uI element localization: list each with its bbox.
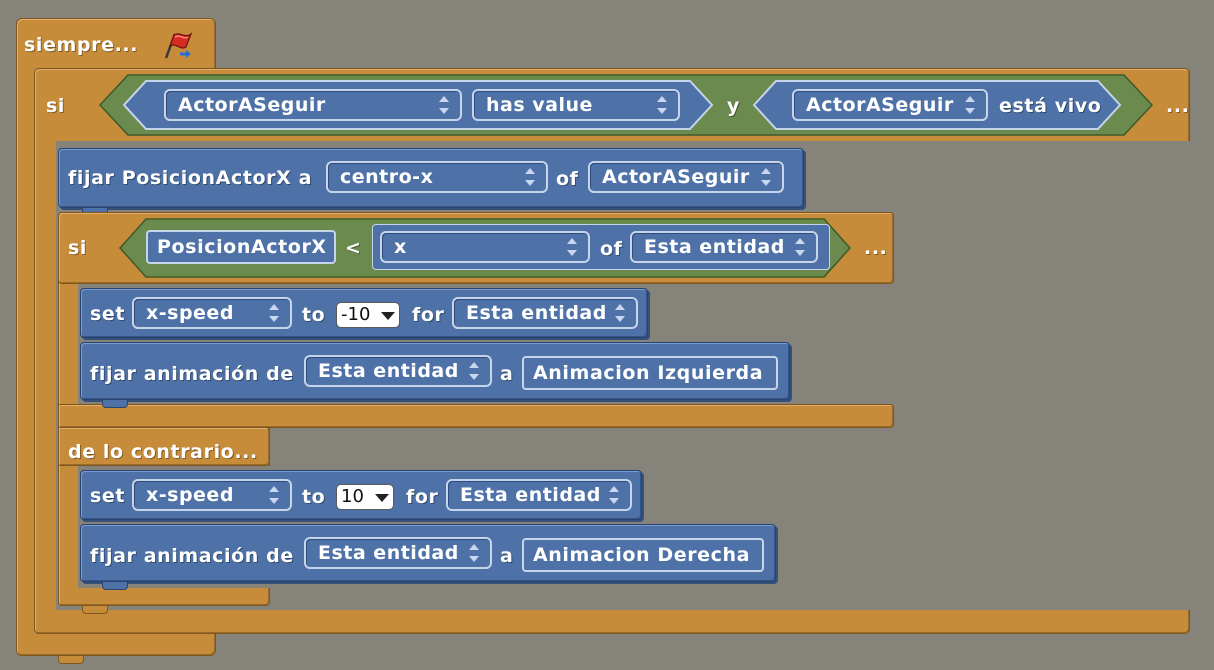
- select-triangle-icon: [375, 494, 389, 502]
- set-posx-label: fijar PosicionActorX a: [68, 167, 313, 189]
- property-dropdown-value: centro-x: [340, 166, 434, 188]
- to-label-else: to: [302, 486, 326, 508]
- outer-if-more-button[interactable]: ...: [1166, 94, 1189, 118]
- dropdown-arrows-icon: [614, 304, 626, 322]
- xspeed-dropdown-then-value: x-speed: [146, 302, 234, 324]
- for-label-then: for: [412, 304, 445, 326]
- actor-dropdown-1[interactable]: ActorASeguir: [164, 89, 462, 121]
- of-label-2: of: [600, 238, 623, 260]
- xspeed-dropdown-else-value: x-speed: [146, 484, 234, 506]
- xspeed-dropdown-then[interactable]: x-speed: [132, 297, 292, 329]
- speed-select-then-value: -10: [341, 304, 371, 325]
- entity-dropdown-then-1-value: Esta entidad: [466, 302, 607, 324]
- select-triangle-icon: [381, 312, 395, 320]
- dropdown-arrows-icon: [608, 486, 620, 504]
- entity-dropdown-then-2[interactable]: Esta entidad: [304, 355, 492, 387]
- forever-label: siempre...: [24, 34, 139, 56]
- dropdown-arrows-icon: [964, 96, 976, 114]
- speed-select-else-value: 10: [341, 486, 364, 507]
- else-label: de lo contrario...: [68, 441, 258, 463]
- less-than-operator: <: [345, 237, 362, 259]
- property-dropdown[interactable]: centro-x: [326, 161, 548, 193]
- x-property-dropdown[interactable]: x: [380, 231, 590, 263]
- dropdown-arrows-icon: [468, 362, 480, 380]
- entity-dropdown-else-2[interactable]: Esta entidad: [304, 537, 492, 569]
- is-alive-label: está vivo: [999, 95, 1102, 117]
- set-animation-label-then: fijar animación de: [90, 363, 294, 385]
- inner-if-then-footer: [58, 404, 894, 428]
- actor-dropdown-2-value: ActorASeguir: [806, 94, 954, 116]
- inner-if-more-button[interactable]: ...: [864, 236, 887, 260]
- entity-dropdown-else-2-value: Esta entidad: [318, 542, 459, 564]
- dropdown-arrows-icon: [268, 304, 280, 322]
- green-flag-icon: [160, 28, 194, 62]
- actor-dropdown-1-value: ActorASeguir: [178, 94, 326, 116]
- entity-dropdown-then-1[interactable]: Esta entidad: [452, 297, 638, 329]
- dropdown-arrows-icon: [794, 238, 806, 256]
- speed-select-then[interactable]: -10: [336, 302, 400, 328]
- animation-left-value[interactable]: Animacion Izquierda: [522, 356, 778, 390]
- animation-else-notch: [102, 582, 128, 590]
- dropdown-arrows-icon: [566, 238, 578, 256]
- x-property-dropdown-value: x: [394, 236, 407, 258]
- and-label: y: [727, 95, 740, 117]
- posx-variable-label: PosicionActorX: [157, 236, 327, 258]
- outer-if-label: si: [46, 95, 66, 117]
- entity-dropdown-else-1[interactable]: Esta entidad: [446, 479, 632, 511]
- entity-dropdown-then-2-value: Esta entidad: [318, 360, 459, 382]
- animation-right-value[interactable]: Animacion Derecha: [522, 538, 764, 572]
- for-label-else: for: [406, 486, 439, 508]
- operator-dropdown[interactable]: has value: [472, 89, 680, 121]
- inner-if-label: si: [68, 237, 88, 259]
- dropdown-arrows-icon: [656, 96, 668, 114]
- animation-left-label: Animacion Izquierda: [533, 362, 764, 384]
- entity-dropdown-1[interactable]: Esta entidad: [630, 231, 818, 263]
- of-label: of: [556, 168, 579, 190]
- entity-dropdown-else-1-value: Esta entidad: [460, 484, 601, 506]
- dropdown-arrows-icon: [438, 96, 450, 114]
- a-label-then: a: [500, 363, 514, 385]
- a-label-else: a: [500, 545, 514, 567]
- forever-bottom-notch: [58, 656, 84, 664]
- xspeed-dropdown-else[interactable]: x-speed: [132, 479, 292, 511]
- set-label-then: set: [90, 303, 126, 325]
- to-label-then: to: [302, 304, 326, 326]
- actor-dropdown-3-value: ActorASeguir: [602, 166, 750, 188]
- dropdown-arrows-icon: [468, 544, 480, 562]
- dropdown-arrows-icon: [524, 168, 536, 186]
- operator-dropdown-value: has value: [486, 94, 593, 116]
- set-label-else: set: [90, 485, 126, 507]
- animation-right-label: Animacion Derecha: [533, 544, 751, 566]
- posx-variable[interactable]: PosicionActorX: [146, 230, 336, 264]
- inner-if-bottom-notch: [82, 606, 108, 614]
- speed-select-else[interactable]: 10: [336, 484, 394, 510]
- dropdown-arrows-icon: [268, 486, 280, 504]
- dropdown-arrows-icon: [760, 168, 772, 186]
- set-animation-label-else: fijar animación de: [90, 545, 294, 567]
- entity-dropdown-1-value: Esta entidad: [644, 236, 785, 258]
- animation-then-notch: [102, 400, 128, 408]
- actor-dropdown-2[interactable]: ActorASeguir: [792, 89, 988, 121]
- actor-dropdown-3[interactable]: ActorASeguir: [588, 161, 784, 193]
